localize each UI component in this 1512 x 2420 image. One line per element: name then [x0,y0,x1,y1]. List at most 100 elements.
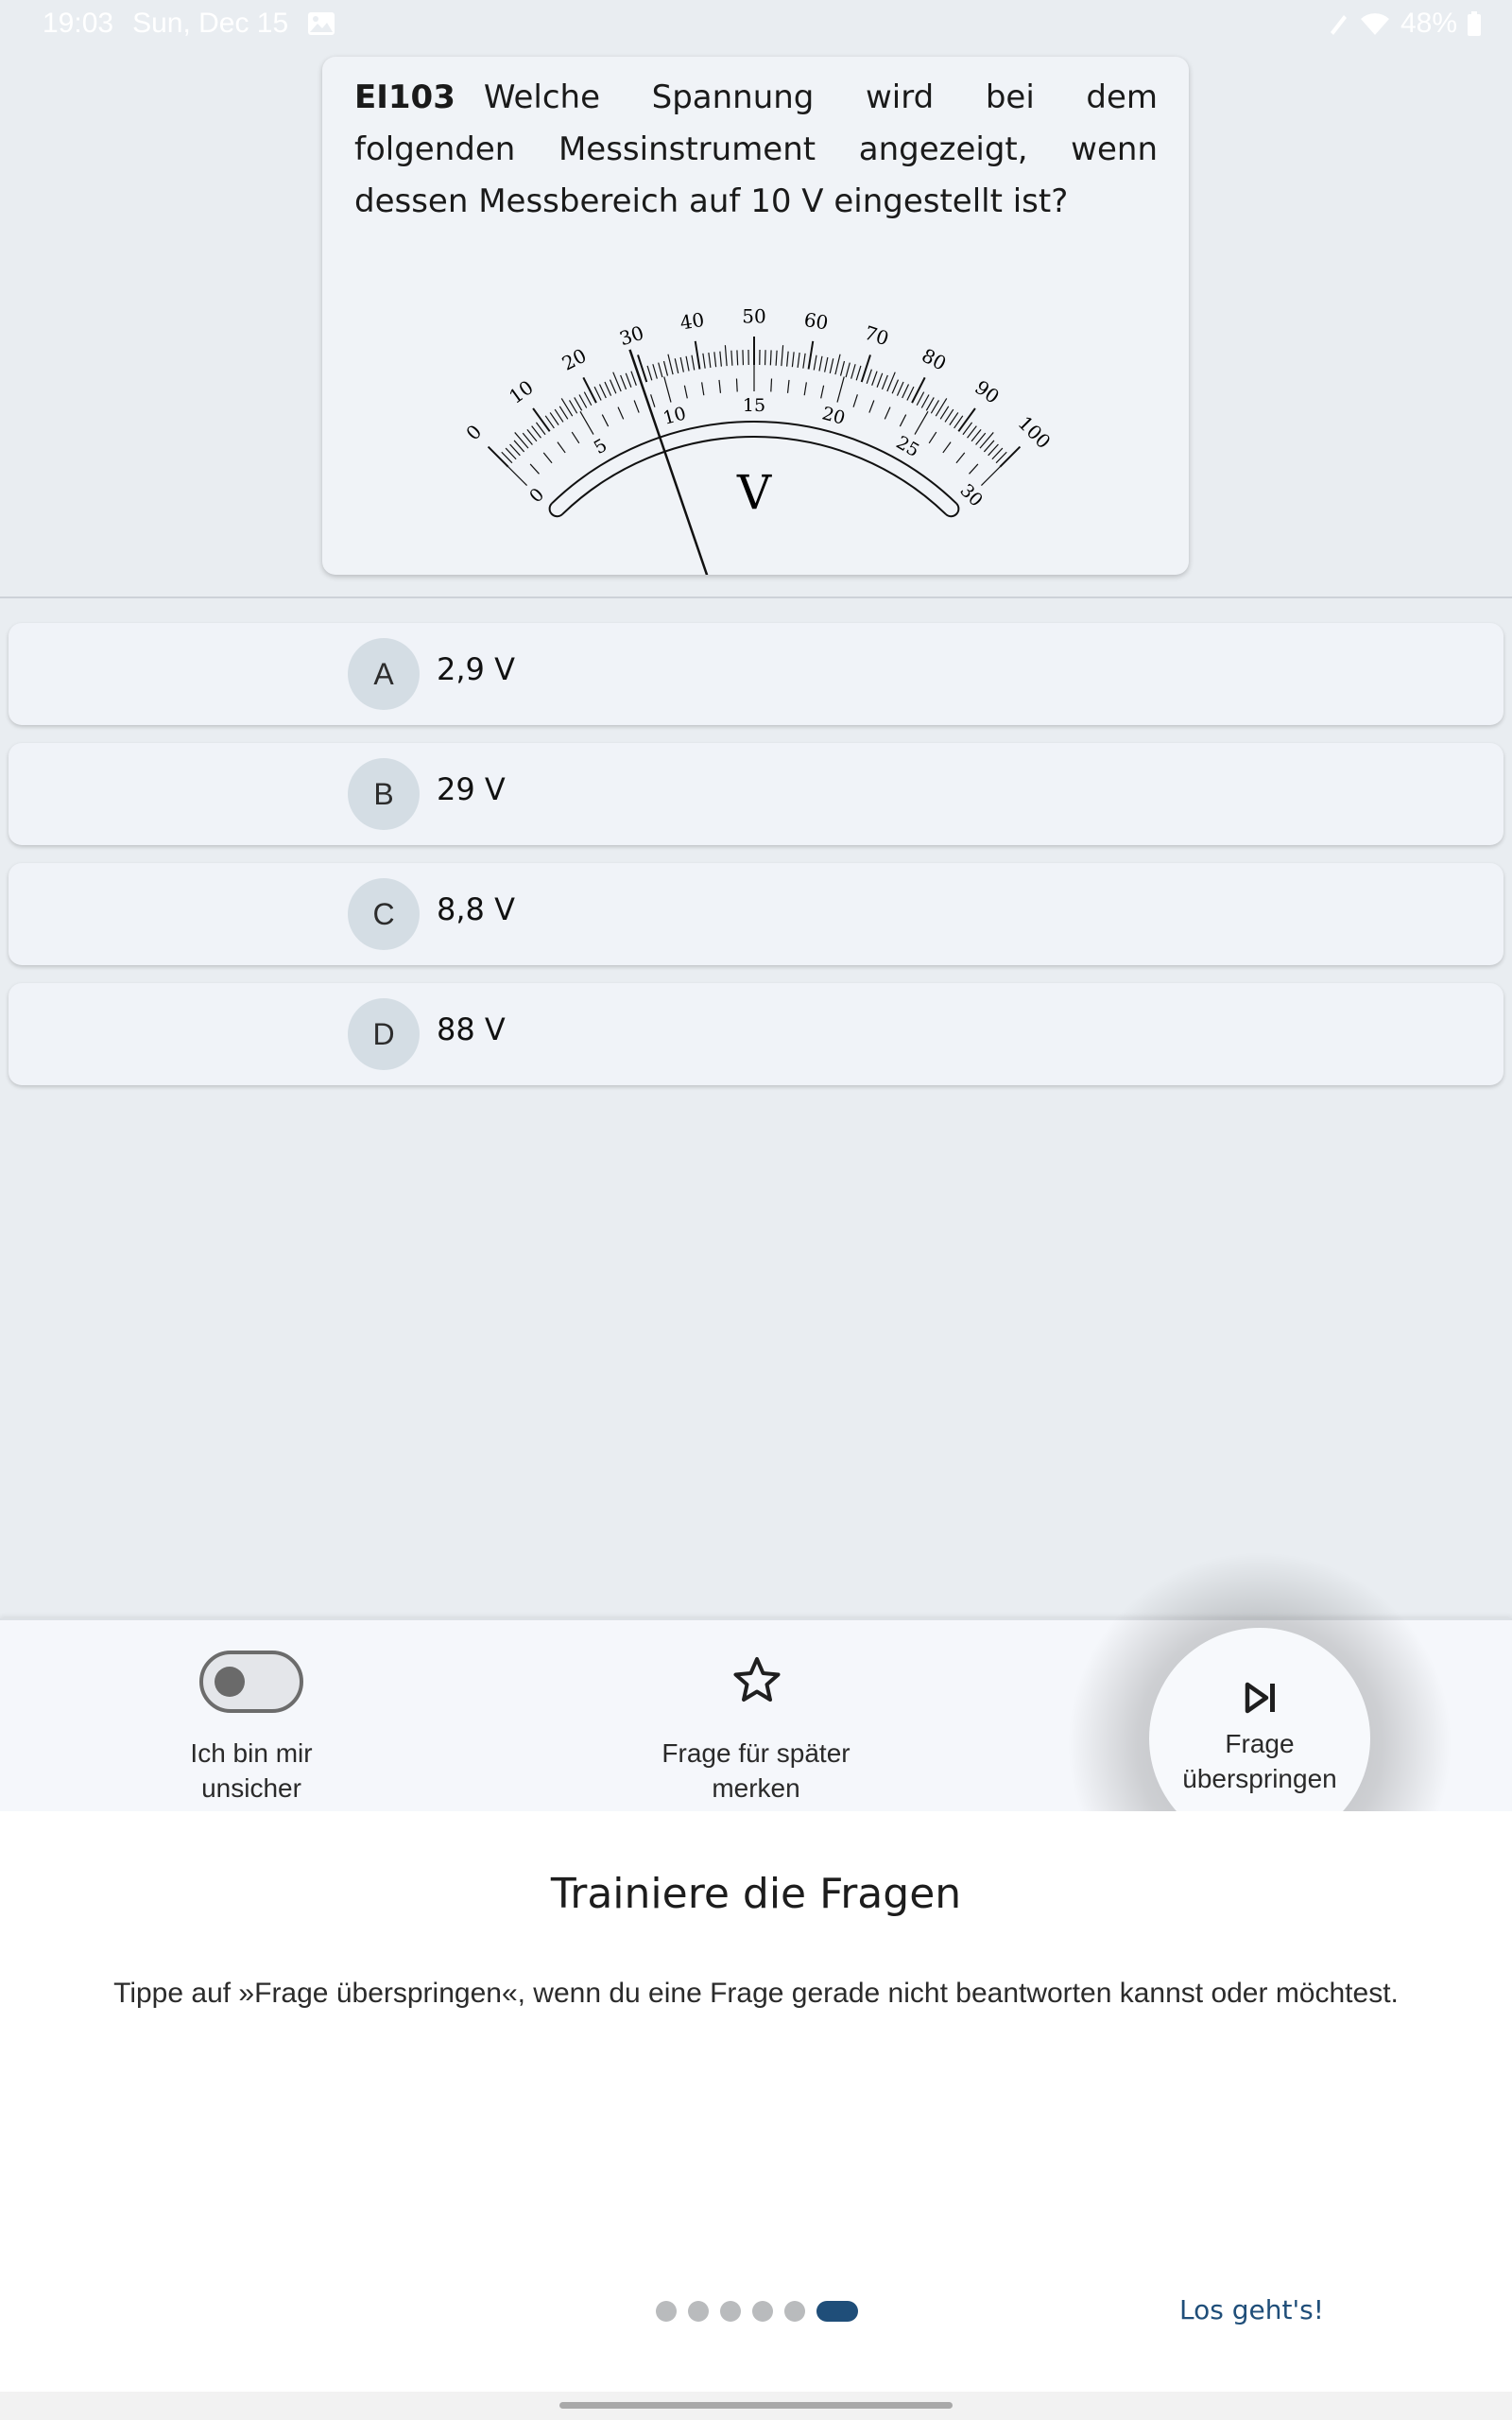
outer-scale-tick [625,372,632,388]
outer-scale-tick [694,340,701,370]
outer-scale-tick [818,355,823,372]
star-icon [732,1656,782,1708]
outer-scale-tick [775,350,778,366]
inner-scale-label: 20 [820,403,848,429]
inner-scale-tick [601,414,610,427]
outer-scale-tick [593,386,602,401]
outer-scale-tick [957,407,976,432]
outer-scale-tick [896,381,904,396]
answer-text: 2,9 V [437,651,515,687]
inner-scale-tick [980,466,1001,487]
unsure-toggle[interactable] [199,1651,303,1713]
outer-scale-label: 30 [617,321,647,351]
bookmark-action[interactable]: Frage für später merken [614,1620,898,1806]
inner-scale-tick [884,406,891,420]
inner-scale-tick [683,385,688,399]
outer-scale-tick [902,384,910,399]
answer-text: 8,8 V [437,891,515,927]
wifi-icon [1359,10,1391,37]
outer-scale-tick [855,365,862,381]
page-dot [752,2301,773,2322]
outer-scale-tick [560,398,574,417]
outer-scale-label: 10 [505,375,538,407]
outer-scale-tick [935,398,948,417]
inner-scale-tick [650,394,656,407]
outer-scale-tick [620,374,627,390]
answer-letter: B [348,758,420,830]
outer-scale-tick [736,350,739,366]
answer-option-d[interactable]: D 88 V [9,983,1503,1085]
page-dot [784,2301,805,2322]
outer-scale-tick [920,394,930,408]
outer-scale-tick [708,352,712,368]
skip-label: Frage überspringen [1182,1729,1337,1793]
outer-scale-tick [906,386,915,401]
answer-option-c[interactable]: C 8,8 V [9,863,1503,965]
inner-scale-tick [735,378,738,392]
outer-scale-tick [569,400,578,414]
outer-scale-tick [939,406,950,420]
inner-scale-tick [899,414,907,427]
outer-scale-label: 50 [742,305,765,328]
inner-scale-tick [942,441,952,454]
inner-scale-tick [557,441,566,454]
outer-scale-tick [930,400,939,414]
outer-scale-tick [730,350,733,366]
outer-scale-tick [583,391,593,406]
inner-scale-tick [786,379,790,393]
home-indicator[interactable] [559,2402,953,2409]
inner-scale-tick [617,406,625,420]
inner-scale-tick [542,452,553,464]
outer-scale-label: 0 [461,420,486,444]
inner-scale-tick [701,382,705,396]
inner-scale-label: 15 [743,395,765,416]
pen-icon [1327,11,1349,36]
outer-scale-tick [802,353,806,369]
outer-scale-tick [702,353,706,369]
inner-scale-tick [718,379,722,393]
inner-scale-tick [529,463,540,475]
inner-scale-tick [820,385,825,399]
battery-icon [1467,10,1482,37]
outer-scale-tick [598,384,607,399]
inner-scale-label: 5 [591,435,610,458]
outer-scale-label: 70 [862,321,892,351]
outer-scale-label: 40 [679,308,706,335]
toggle-knob [215,1667,245,1697]
outer-scale-label: 60 [802,308,830,335]
outer-scale-tick [866,369,872,385]
outer-scale-label: 80 [919,344,951,375]
inner-scale-tick [507,466,528,487]
bookmark-label: Frage für später merken [662,1738,850,1803]
outer-scale-tick [925,397,935,411]
outer-scale-tick [662,360,669,376]
answer-option-a[interactable]: A 2,9 V [9,623,1503,725]
onboarding-body: Tippe auf »Frage überspringen«, wenn du … [113,1978,1399,2009]
outer-scale-tick [558,406,569,420]
outer-scale-tick [514,432,529,449]
outer-scale-tick [578,394,588,408]
outer-scale-tick [769,350,772,366]
outer-scale-tick [813,354,817,371]
outer-scale-tick [574,397,583,411]
unsure-action[interactable]: Ich bin mir unsicher [110,1620,393,1806]
onboarding-sheet: Trainiere die Fragen Tippe auf »Frage üb… [0,1811,1512,2392]
answer-text: 88 V [437,1011,506,1047]
meter-arc-cap-left [548,502,563,518]
start-button[interactable]: Los geht's! [1179,2294,1324,2325]
outer-scale-tick [532,407,551,432]
outer-scale-tick [713,352,717,368]
outer-scale-tick [876,372,884,388]
answer-option-b[interactable]: B 29 V [9,743,1503,845]
status-date: Sun, Dec 15 [132,8,289,39]
outer-scale-tick [829,358,834,373]
page-dot [720,2301,741,2322]
onboarding-title: Trainiere die Fragen [550,1870,962,1918]
inner-scale-tick [955,452,966,464]
inner-scale-tick [928,431,937,444]
outer-scale-tick [944,408,954,423]
gallery-icon [307,11,335,36]
outer-scale-tick [652,364,658,379]
outer-scale-tick [742,350,745,366]
inner-scale-label: 10 [661,403,688,429]
